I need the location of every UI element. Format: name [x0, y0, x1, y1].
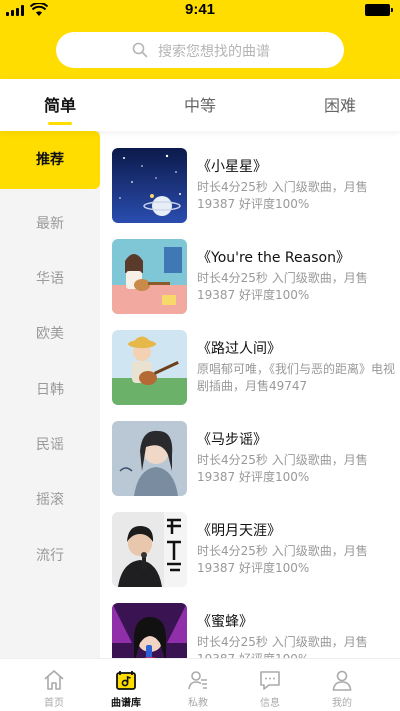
status-bar: 9:41	[0, 0, 400, 22]
tab-profile[interactable]: 我的	[302, 659, 382, 711]
song-cover-ukulele-boy	[112, 330, 187, 405]
song-list: 《小星星》 时长4分25秒 入门级歌曲，月售19387 好评度100% 《You…	[100, 131, 400, 658]
sidebar-item-label: 华语	[36, 271, 64, 287]
bottom-tab-bar: 首页 曲谱库 私教 信息 我的	[0, 658, 400, 711]
sidebar-item-label: 欧美	[36, 326, 64, 342]
song-item[interactable]: 《You're the Reason》 时长4分25秒 入门级歌曲，月售1938…	[100, 222, 400, 314]
search-input[interactable]: 搜索您想找的曲谱	[56, 32, 344, 68]
tab-easy[interactable]: 简单	[0, 79, 120, 131]
sidebar-item-japanese-korean[interactable]: 日韩	[0, 361, 100, 419]
song-title: 《蜜蜂》	[197, 614, 253, 630]
header: 9:41 搜索您想找的曲谱	[0, 0, 400, 79]
song-title: 《You're the Reason》	[197, 250, 350, 266]
song-cover-female-singer	[112, 603, 187, 658]
category-sidebar: 推荐 最新 华语 欧美 日韩 民谣 摇滚 流行	[0, 131, 100, 658]
song-item[interactable]: 《明月天涯》 时长4分25秒 入门级歌曲，月售19387 好评度100%	[100, 495, 400, 587]
sidebar-item-chinese[interactable]: 华语	[0, 250, 100, 308]
tab-label: 我的	[332, 698, 352, 709]
home-icon	[44, 670, 64, 690]
song-cover-male-singer	[112, 512, 187, 587]
battery-icon	[365, 4, 393, 16]
tutor-icon	[188, 671, 207, 690]
tab-hard[interactable]: 困难	[280, 79, 400, 131]
message-icon	[260, 671, 280, 690]
tab-home[interactable]: 首页	[14, 659, 94, 711]
song-desc: 时长4分25秒 入门级歌曲，月售19387 好评度100%	[197, 544, 368, 575]
search-icon	[132, 42, 148, 58]
song-item[interactable]: 《小星星》 时长4分25秒 入门级歌曲，月售19387 好评度100%	[100, 131, 400, 223]
sidebar-item-label: 日韩	[36, 382, 64, 398]
song-cover-starry	[112, 148, 187, 223]
search-placeholder: 搜索您想找的曲谱	[158, 44, 270, 60]
song-item[interactable]: 《路过人间》 原唱郁可唯，《我们与恶的距离》电视剧插曲，月售49747	[100, 313, 400, 405]
sidebar-item-pop[interactable]: 流行	[0, 527, 100, 585]
tab-medium[interactable]: 中等	[140, 79, 260, 131]
sidebar-item-western[interactable]: 欧美	[0, 305, 100, 363]
difficulty-tabs: 简单 中等 困难	[0, 79, 400, 131]
sidebar-item-label: 最新	[36, 216, 64, 232]
tab-label: 简单	[43, 96, 76, 115]
song-desc: 时长4分25秒 入门级歌曲，月售19387 好评度100%	[197, 453, 368, 484]
tab-tutor[interactable]: 私教	[158, 659, 238, 711]
song-desc: 时长4分25秒 入门级歌曲，月售19387 好评度100%	[197, 635, 368, 658]
sidebar-item-recommend[interactable]: 推荐	[0, 131, 100, 189]
tab-label: 首页	[44, 698, 64, 709]
tab-label: 信息	[260, 698, 280, 709]
sidebar-item-label: 民谣	[36, 437, 64, 453]
sidebar-item-label: 推荐	[36, 152, 64, 168]
song-desc: 时长4分25秒 入门级歌曲，月售19387 好评度100%	[197, 271, 368, 302]
song-item[interactable]: 《马步谣》 时长4分25秒 入门级歌曲，月售19387 好评度100%	[100, 404, 400, 496]
song-cover-guitar-girl	[112, 239, 187, 314]
tab-music-library[interactable]: 曲谱库	[86, 659, 166, 711]
song-title: 《小星星》	[197, 159, 267, 175]
tab-label: 曲谱库	[111, 698, 141, 709]
song-item[interactable]: 《蜜蜂》 时长4分25秒 入门级歌曲，月售19387 好评度100%	[100, 586, 400, 658]
sidebar-item-folk[interactable]: 民谣	[0, 416, 100, 474]
sidebar-item-label: 摇滚	[36, 492, 64, 508]
tab-label: 困难	[323, 96, 356, 115]
sidebar-item-label: 流行	[36, 548, 64, 564]
tab-label: 中等	[183, 96, 216, 115]
sidebar-item-rock[interactable]: 摇滚	[0, 471, 100, 529]
song-title: 《路过人间》	[197, 341, 281, 357]
tab-messages[interactable]: 信息	[230, 659, 310, 711]
song-cover-singer-portrait	[112, 421, 187, 496]
tab-active-indicator	[48, 122, 72, 125]
sidebar-item-latest[interactable]: 最新	[0, 195, 100, 253]
song-desc: 时长4分25秒 入门级歌曲，月售19387 好评度100%	[197, 180, 368, 211]
profile-icon	[332, 670, 352, 691]
music-library-icon	[116, 671, 136, 690]
tab-label: 私教	[188, 698, 208, 709]
song-title: 《马步谣》	[197, 432, 267, 448]
song-desc: 原唱郁可唯，《我们与恶的距离》电视剧插曲，月售49747	[197, 362, 396, 393]
song-title: 《明月天涯》	[197, 523, 281, 539]
status-time: 9:41	[184, 1, 216, 18]
